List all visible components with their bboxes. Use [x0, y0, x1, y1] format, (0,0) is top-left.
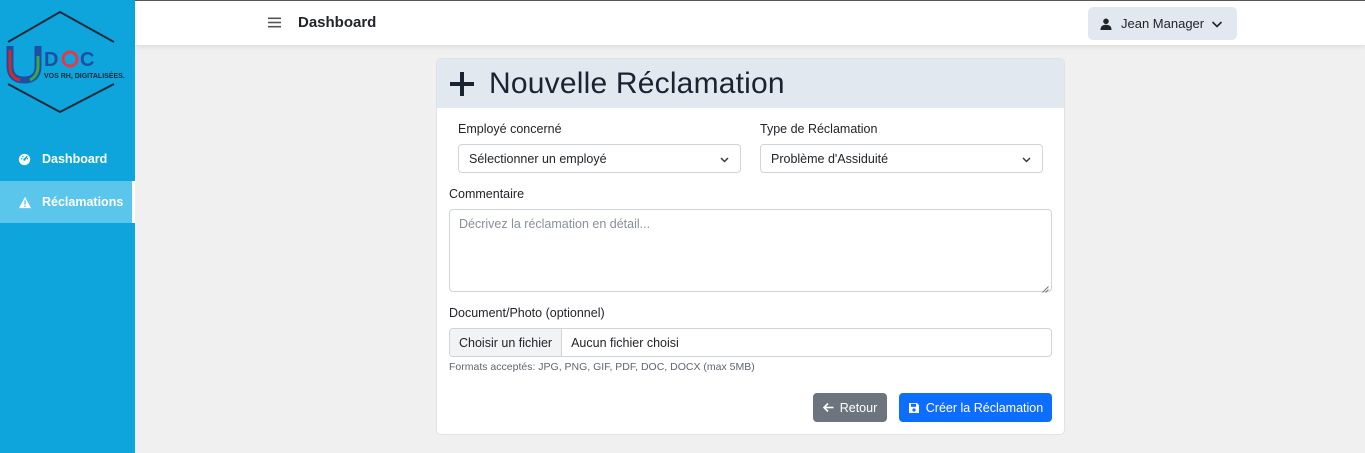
top-navbar: Dashboard Jean Manager	[135, 0, 1365, 45]
create-reclamation-button[interactable]: Créer la Réclamation	[899, 393, 1052, 422]
create-button-label: Créer la Réclamation	[925, 400, 1044, 415]
page-title: Dashboard	[298, 14, 377, 31]
save-icon	[908, 402, 919, 413]
arrow-left-icon	[822, 402, 834, 413]
sidebar-item-reclamations[interactable]: Réclamations	[0, 181, 135, 223]
document-label: Document/Photo (optionnel)	[449, 306, 605, 320]
svg-text:C: C	[80, 49, 94, 71]
sidebar-item-label: Dashboard	[42, 152, 108, 166]
comment-textarea[interactable]: Décrivez la réclamation en détail...	[449, 209, 1052, 293]
gauge-icon	[17, 152, 32, 167]
type-select-value: Problème d'Assiduité	[771, 151, 889, 166]
file-input[interactable]: Choisir un fichier Aucun fichier choisi	[449, 328, 1052, 357]
comment-placeholder: Décrivez la réclamation en détail...	[459, 217, 651, 231]
type-select[interactable]: Problème d'Assiduité	[760, 144, 1043, 173]
sidebar-item-dashboard[interactable]: Dashboard	[0, 138, 135, 180]
chevron-down-icon	[1021, 154, 1032, 165]
plus-icon	[449, 71, 475, 97]
comment-label: Commentaire	[449, 187, 525, 201]
company-logo[interactable]: D C VOS RH, DIGITALISÉES.	[0, 0, 135, 118]
hamburger-menu-icon[interactable]	[268, 16, 281, 29]
type-label: Type de Réclamation	[760, 122, 878, 136]
employee-select[interactable]: Sélectionner un employé	[458, 144, 741, 173]
card-header: Nouvelle Réclamation	[437, 59, 1064, 108]
employee-label: Employé concerné	[458, 122, 562, 136]
warning-icon	[17, 195, 32, 210]
sidebar-item-label: Réclamations	[42, 195, 124, 209]
user-name: Jean Manager	[1121, 16, 1205, 31]
formats-hint: Formats acceptés: JPG, PNG, GIF, PDF, DO…	[449, 361, 755, 373]
form-title: Nouvelle Réclamation	[489, 66, 785, 100]
user-icon	[1100, 18, 1112, 30]
employee-select-value: Sélectionner un employé	[469, 151, 607, 166]
sidebar: D C VOS RH, DIGITALISÉES. Dashboard Récl…	[0, 0, 135, 453]
back-button-label: Retour	[839, 400, 878, 415]
chevron-down-icon	[719, 154, 730, 165]
file-status: Aucun fichier choisi	[571, 335, 679, 350]
resize-handle-icon[interactable]	[1042, 282, 1049, 293]
svg-text:VOS RH, DIGITALISÉES.: VOS RH, DIGITALISÉES.	[44, 71, 125, 80]
choose-file-button[interactable]: Choisir un fichier	[450, 329, 563, 356]
chevron-down-icon	[1211, 18, 1223, 30]
user-menu-button[interactable]: Jean Manager	[1088, 7, 1237, 40]
back-button[interactable]: Retour	[813, 393, 887, 422]
svg-text:D: D	[44, 49, 58, 71]
